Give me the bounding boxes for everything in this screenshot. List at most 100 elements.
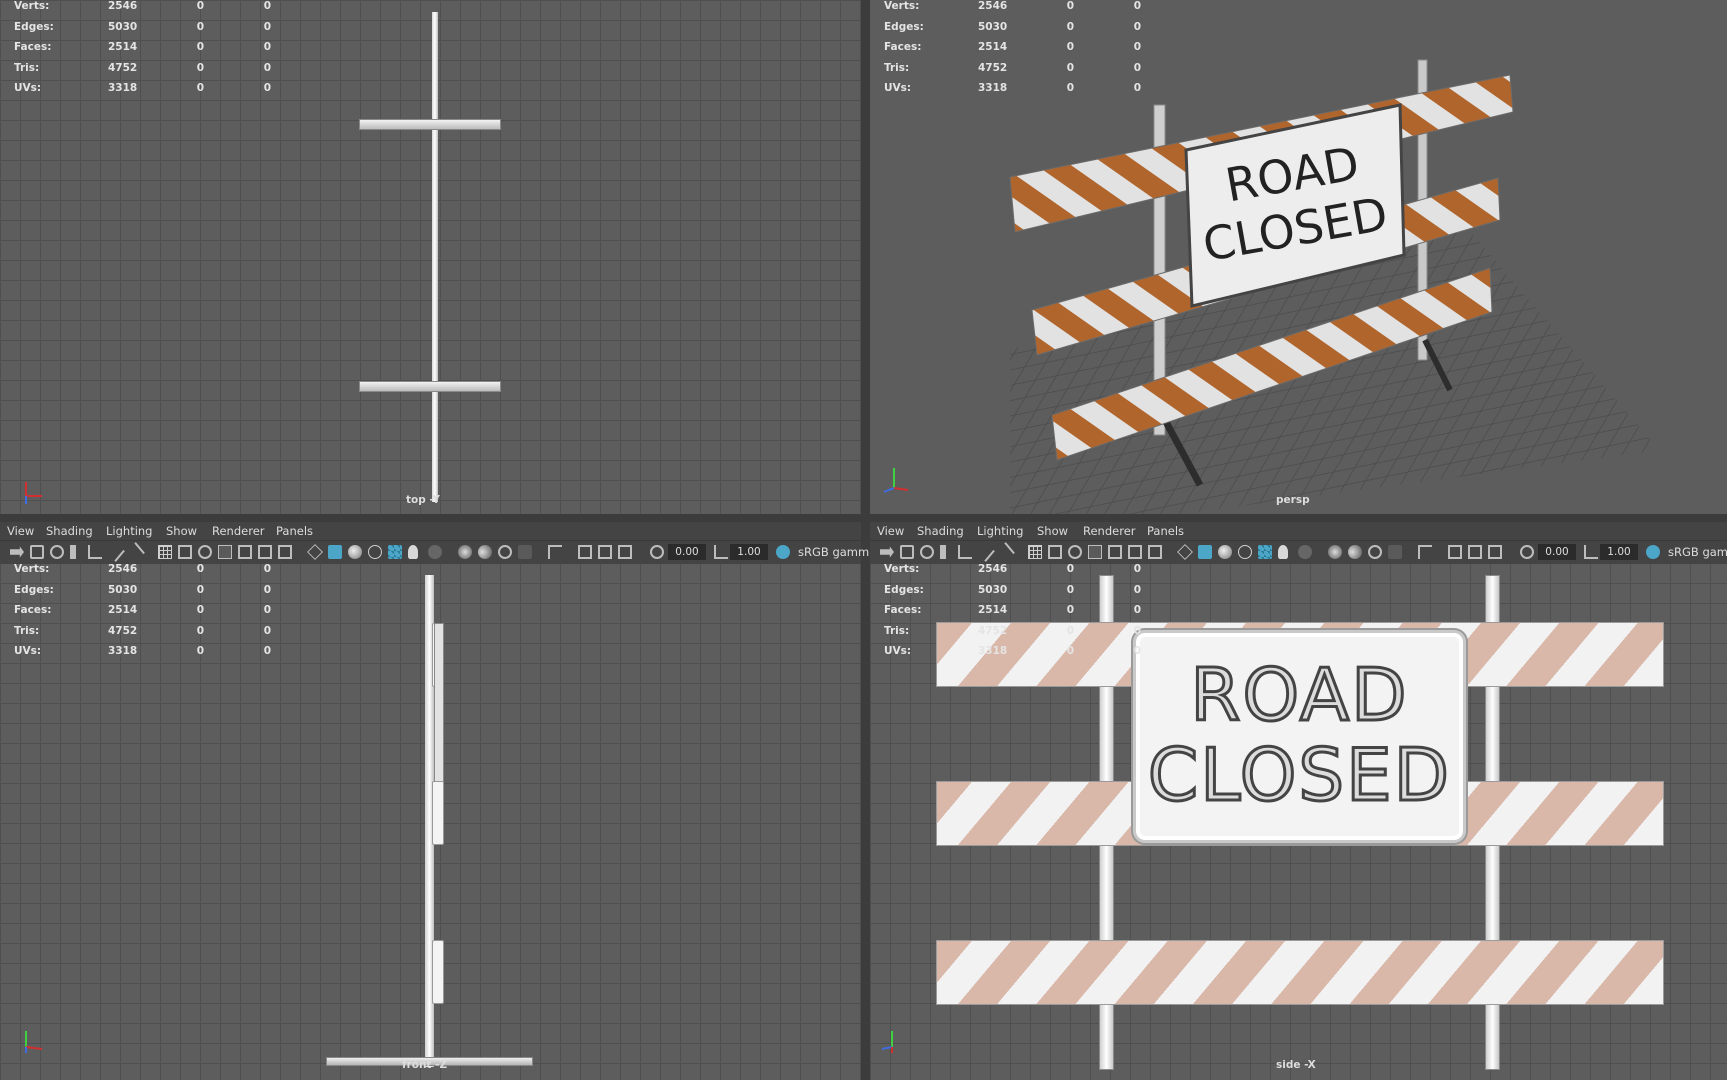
default-material-icon[interactable] (348, 545, 362, 559)
field-chart-icon[interactable] (1108, 545, 1122, 559)
viewport-top[interactable]: Verts: 2546 0 0 Edges: 5030 0 0 Faces: 2514 0 0 T… (0, 0, 861, 514)
menu-shading[interactable]: Shading (46, 524, 93, 538)
menu-lighting[interactable]: Lighting (977, 524, 1023, 538)
anti-aliasing-icon[interactable] (498, 545, 512, 559)
model-side-sign: ROAD CLOSED (1133, 630, 1466, 843)
isolate-select-icon[interactable] (1418, 545, 1432, 559)
exposure-icon[interactable] (650, 545, 664, 559)
smooth-shade-icon[interactable] (328, 545, 342, 559)
safe-action-icon[interactable] (1128, 545, 1142, 559)
menu-show[interactable]: Show (1037, 524, 1068, 538)
grease-pencil-icon[interactable] (105, 542, 125, 562)
use-all-lights-icon[interactable] (408, 545, 418, 559)
panel-toolbar-front: 0.00 1.00 sRGB gamm (0, 540, 869, 564)
depth-of-field-icon[interactable] (1388, 545, 1402, 559)
image-plane-icon[interactable] (70, 545, 76, 559)
camera-select-icon[interactable] (880, 546, 894, 558)
color-management-icon[interactable] (776, 545, 790, 559)
menu-panels[interactable]: Panels (276, 524, 313, 538)
motion-blur-icon[interactable] (1348, 545, 1362, 559)
panel-menubar-side: View Shading Lighting Show Renderer Pane… (870, 522, 1727, 540)
menu-lighting[interactable]: Lighting (106, 524, 152, 538)
viewport-front[interactable]: Verts: 2546 0 0 Edges: 5030 0 0 Faces: 2514 0 0 T… (0, 563, 861, 1080)
gamma-icon[interactable] (714, 545, 728, 559)
color-space-label[interactable]: sRGB gamm (798, 545, 869, 559)
film-gate-icon[interactable] (1048, 545, 1062, 559)
panel-divider-vertical[interactable] (861, 0, 870, 1080)
menu-view[interactable]: View (877, 524, 904, 538)
camera-label-front: front -Z (402, 1059, 448, 1071)
model-front-plank-bottom (432, 940, 444, 1004)
grease-pencil-draw-icon[interactable] (125, 542, 145, 562)
wireframe-icon[interactable] (1177, 544, 1193, 560)
axis-gizmo-icon (883, 468, 909, 493)
textured-icon[interactable] (388, 545, 402, 559)
camera-attributes-icon[interactable] (30, 545, 44, 559)
motion-blur-icon[interactable] (478, 545, 492, 559)
model-top-sign-edge (432, 12, 438, 502)
model-top-leg-lower (359, 381, 501, 392)
exposure-icon[interactable] (1520, 545, 1534, 559)
color-management-icon[interactable] (1646, 545, 1660, 559)
menu-renderer[interactable]: Renderer (1083, 524, 1136, 538)
wireframe-on-shaded-icon[interactable] (1238, 545, 1252, 559)
menu-renderer[interactable]: Renderer (212, 524, 265, 538)
viewport-side[interactable]: ROAD CLOSED Verts: 2546 0 0 Edges: 5030 0 0 Fa… (870, 563, 1727, 1080)
field-chart-icon[interactable] (238, 545, 252, 559)
smooth-shade-icon[interactable] (1198, 545, 1212, 559)
resolution-gate-icon[interactable] (198, 545, 212, 559)
gate-mask-icon[interactable] (218, 545, 232, 559)
camera-label-side: side -X (1276, 1059, 1316, 1071)
2d-pan-zoom-icon[interactable] (88, 545, 102, 559)
grease-pencil-icon[interactable] (975, 542, 995, 562)
grease-pencil-draw-icon[interactable] (995, 542, 1015, 562)
grid-toggle-icon[interactable] (1028, 545, 1042, 559)
gamma-field[interactable]: 1.00 (1600, 544, 1638, 560)
exposure-field[interactable]: 0.00 (668, 544, 706, 560)
screen-space-ao-icon[interactable] (458, 545, 472, 559)
safe-title-icon[interactable] (278, 545, 292, 559)
shadows-icon[interactable] (428, 545, 442, 559)
menu-view[interactable]: View (7, 524, 34, 538)
shadows-icon[interactable] (1298, 545, 1312, 559)
model-top-leg-upper (359, 119, 501, 130)
film-gate-icon[interactable] (178, 545, 192, 559)
viewport-persp[interactable]: ROAD CLOSED Verts: 2546 0 0 Edges: 5030 0 0 Fa… (870, 0, 1727, 514)
screen-space-ao-icon[interactable] (1328, 545, 1342, 559)
resolution-gate-icon[interactable] (1068, 545, 1082, 559)
xray-components-icon[interactable] (618, 545, 632, 559)
safe-action-icon[interactable] (258, 545, 272, 559)
axis-gizmo-icon (881, 1031, 893, 1053)
default-material-icon[interactable] (1218, 545, 1232, 559)
axis-gizmo-icon (25, 1031, 43, 1053)
gate-mask-icon[interactable] (1088, 545, 1102, 559)
isolate-select-icon[interactable] (548, 545, 562, 559)
xray-joints-icon[interactable] (598, 545, 612, 559)
safe-title-icon[interactable] (1148, 545, 1162, 559)
camera-attributes-icon[interactable] (900, 545, 914, 559)
color-space-label[interactable]: sRGB gamm (1668, 545, 1727, 559)
menu-panels[interactable]: Panels (1147, 524, 1184, 538)
image-plane-icon[interactable] (940, 545, 946, 559)
bookmark-icon[interactable] (920, 545, 934, 559)
wireframe-icon[interactable] (307, 544, 323, 560)
grid-toggle-icon[interactable] (158, 545, 172, 559)
menu-shading[interactable]: Shading (917, 524, 964, 538)
exposure-field[interactable]: 0.00 (1538, 544, 1576, 560)
camera-select-icon[interactable] (10, 546, 24, 558)
bookmark-icon[interactable] (50, 545, 64, 559)
xray-icon[interactable] (578, 545, 592, 559)
2d-pan-zoom-icon[interactable] (958, 545, 972, 559)
textured-icon[interactable] (1258, 545, 1272, 559)
menu-show[interactable]: Show (166, 524, 197, 538)
gamma-icon[interactable] (1584, 545, 1598, 559)
gamma-field[interactable]: 1.00 (730, 544, 768, 560)
xray-joints-icon[interactable] (1468, 545, 1482, 559)
xray-icon[interactable] (1448, 545, 1462, 559)
use-all-lights-icon[interactable] (1278, 545, 1288, 559)
anti-aliasing-icon[interactable] (1368, 545, 1382, 559)
sign-text-road: ROAD (1189, 653, 1409, 737)
xray-components-icon[interactable] (1488, 545, 1502, 559)
depth-of-field-icon[interactable] (518, 545, 532, 559)
wireframe-on-shaded-icon[interactable] (368, 545, 382, 559)
